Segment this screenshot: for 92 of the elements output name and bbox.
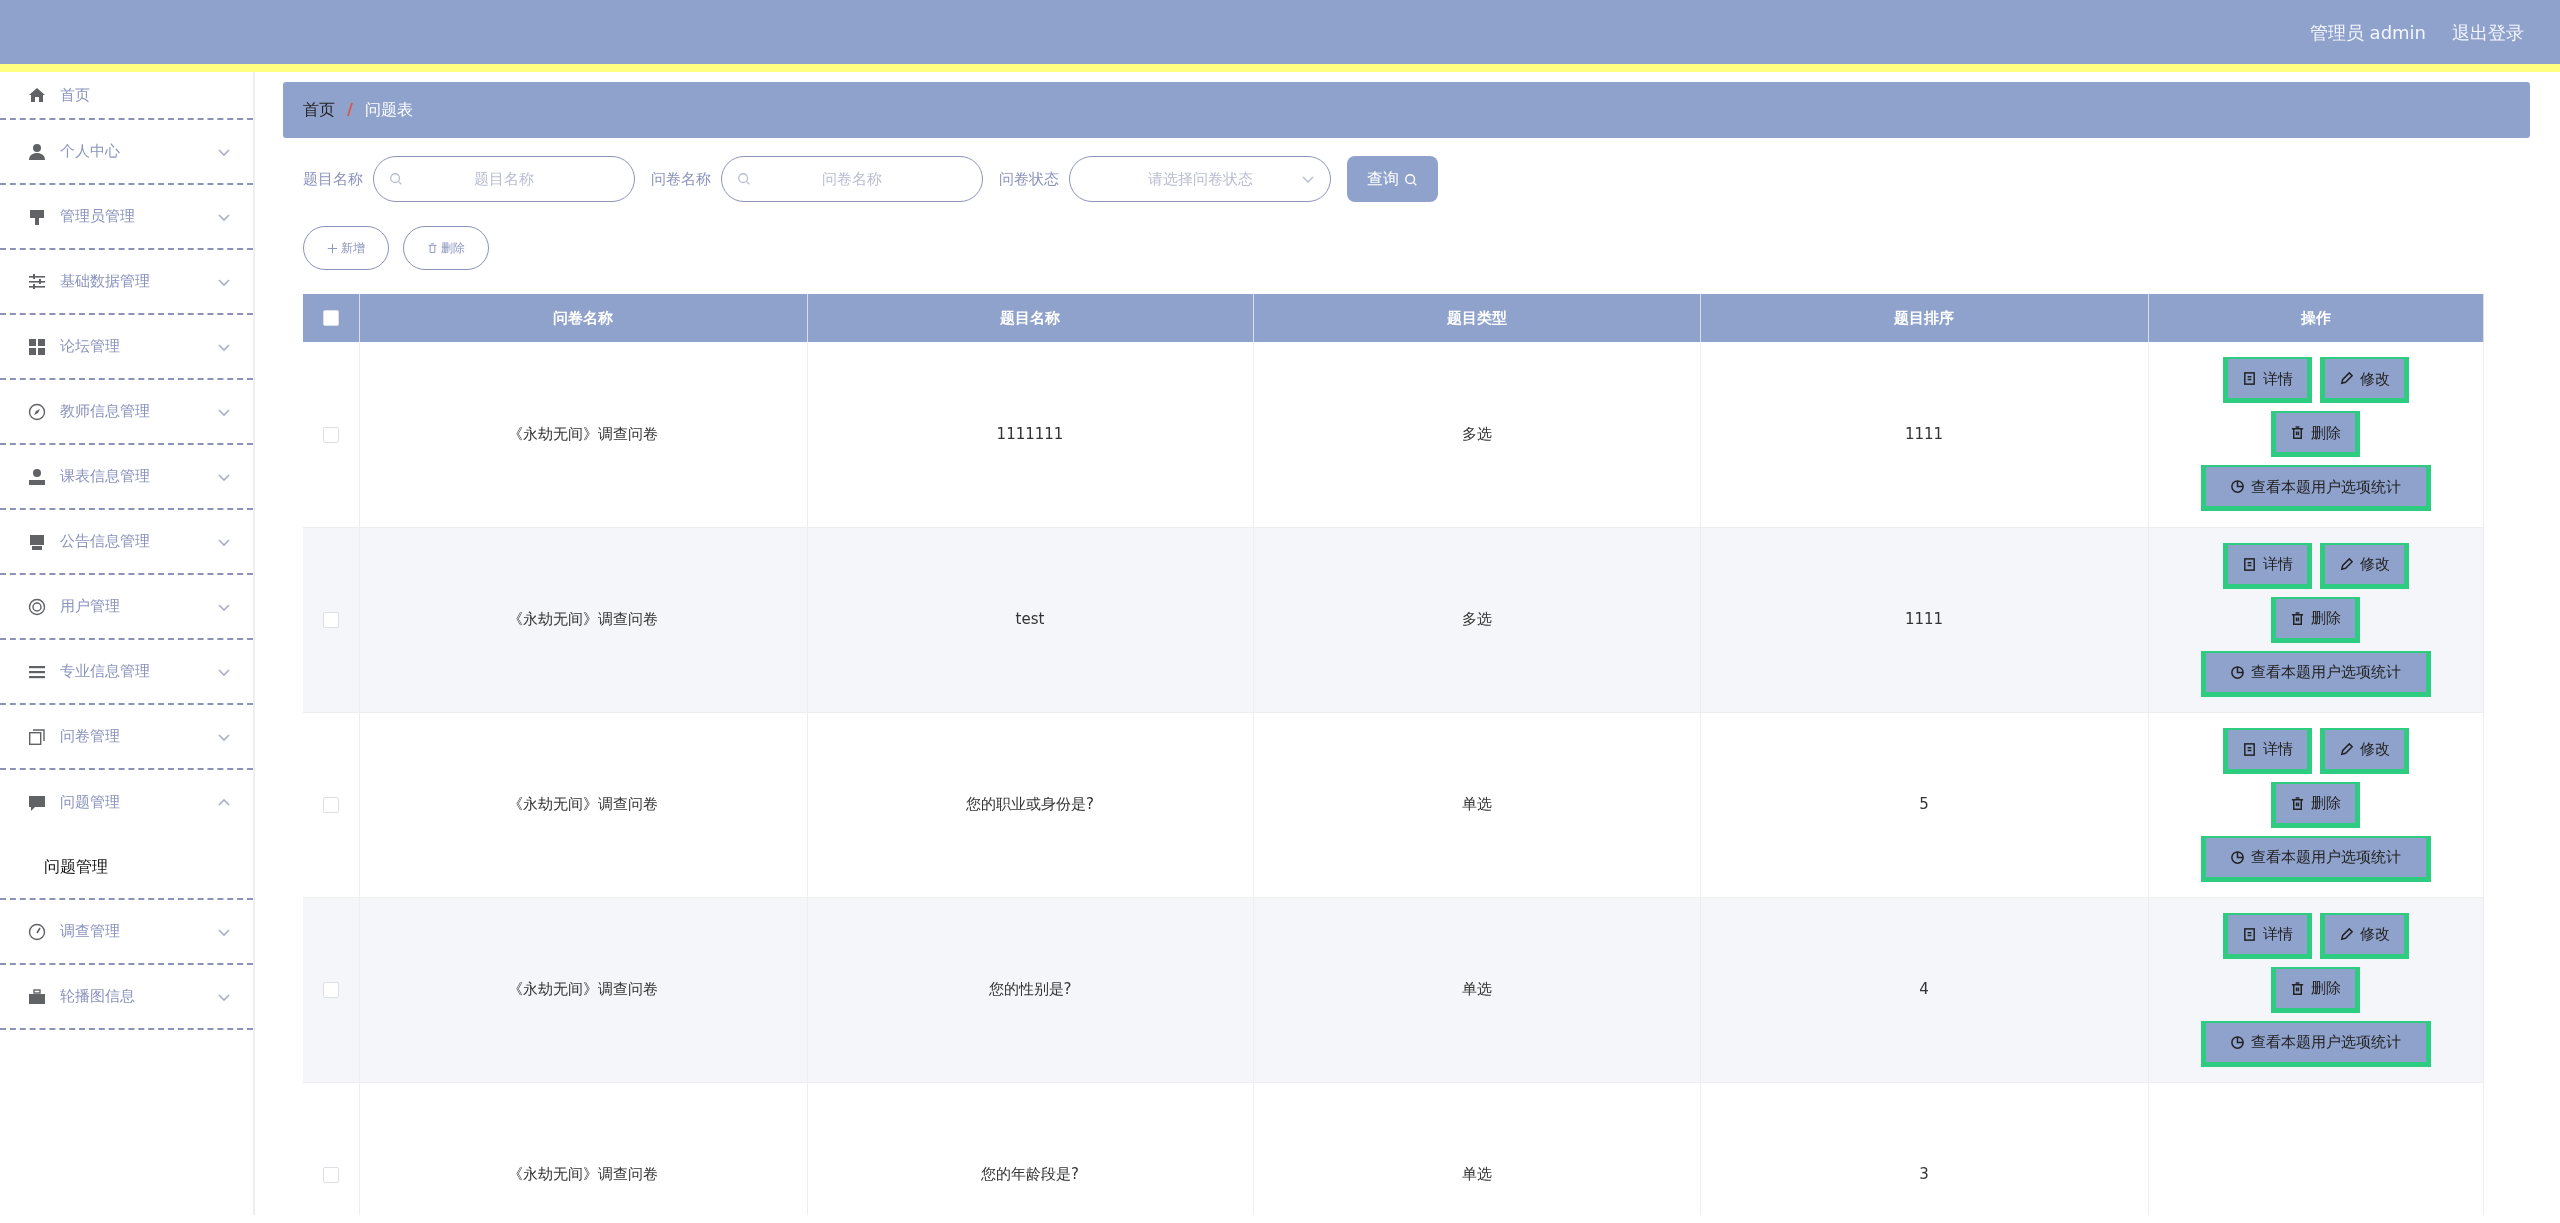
breadcrumb-item: 问题表	[364, 99, 413, 121]
table-cell: 单选	[1461, 980, 1492, 999]
filter-label: 问卷状态	[999, 168, 1059, 190]
delete-button[interactable]: 删除	[2271, 781, 2360, 828]
pie-chart-icon	[2230, 664, 2245, 680]
table-cell: 单选	[1461, 795, 1492, 814]
search-field[interactable]: 题目名称	[373, 156, 635, 202]
briefcase-icon	[28, 987, 46, 1006]
delete-button[interactable]: 删除	[403, 226, 489, 270]
table-cell: 您的年龄段是?	[981, 1165, 1079, 1184]
home-icon	[28, 86, 46, 104]
table-cell: test	[1015, 610, 1045, 629]
search-field[interactable]: 问卷名称	[721, 156, 983, 202]
pie-chart-icon	[2230, 479, 2245, 495]
person-icon	[28, 467, 46, 486]
detail-button[interactable]: 详情	[2222, 357, 2312, 404]
stamp-icon	[28, 207, 46, 226]
trash-icon	[2290, 425, 2305, 441]
detail-button[interactable]: 详情	[2222, 542, 2312, 589]
select-field[interactable]: 请选择问卷状态	[1069, 156, 1331, 202]
select-all-checkbox[interactable]	[322, 310, 339, 327]
breadcrumb-separator: /	[347, 99, 353, 121]
user-icon	[28, 142, 46, 161]
column-header: 题目名称	[1000, 308, 1060, 327]
pencil-icon	[2338, 556, 2354, 572]
row-checkbox[interactable]	[322, 611, 339, 628]
stats-button[interactable]: 查看本题用户选项统计	[2200, 835, 2431, 882]
row-checkbox[interactable]	[322, 426, 339, 443]
row-checkbox[interactable]	[322, 796, 339, 813]
sliders-icon	[28, 272, 46, 291]
table-cell: 《永劫无间》调查问卷	[508, 980, 658, 999]
table-cell: 《永劫无间》调查问卷	[508, 1165, 658, 1184]
search-icon	[1404, 172, 1419, 187]
chat-icon	[28, 793, 46, 812]
grid-icon	[28, 337, 46, 356]
filter-label: 题目名称	[303, 168, 363, 190]
trash-icon	[2290, 795, 2305, 811]
table-cell: 多选	[1461, 425, 1492, 443]
add-button[interactable]: 新增	[303, 226, 389, 270]
copy-icon	[28, 727, 46, 746]
delete-button[interactable]: 删除	[2271, 596, 2360, 643]
table-cell: 您的性别是?	[988, 980, 1072, 999]
table-cell: 5	[1919, 795, 1929, 814]
table-cell: 《永劫无间》调查问卷	[508, 795, 658, 814]
pie-chart-icon	[2230, 1034, 2245, 1050]
table-cell: 单选	[1461, 1165, 1492, 1184]
ring-icon	[28, 597, 46, 616]
table-cell: 1111111	[996, 425, 1064, 443]
stats-button[interactable]: 查看本题用户选项统计	[2200, 1020, 2431, 1067]
table-cell: 多选	[1461, 610, 1492, 629]
column-header: 问卷名称	[553, 308, 613, 327]
breadcrumb-item[interactable]: 首页	[303, 98, 335, 122]
pie-chart-icon	[2230, 849, 2245, 865]
plus-icon	[326, 243, 338, 254]
document-icon	[2241, 741, 2257, 757]
column-header: 题目类型	[1446, 308, 1507, 327]
table-cell: 1111	[1904, 425, 1944, 443]
filter-label: 问卷名称	[651, 168, 711, 190]
row-checkbox[interactable]	[322, 1166, 339, 1183]
compass-icon	[28, 402, 46, 421]
edit-button[interactable]: 修改	[2319, 727, 2409, 774]
stats-button[interactable]: 查看本题用户选项统计	[2200, 650, 2431, 697]
table-cell: 4	[1919, 980, 1929, 999]
edit-button[interactable]: 修改	[2319, 357, 2409, 404]
stats-button[interactable]: 查看本题用户选项统计	[2200, 465, 2431, 512]
admin-username: 管理员 admin	[2309, 20, 2426, 45]
pencil-icon	[2338, 926, 2354, 942]
table-cell: 您的职业或身份是?	[966, 795, 1094, 814]
document-icon	[2241, 556, 2257, 572]
edit-button[interactable]: 修改	[2319, 542, 2409, 589]
table-cell: 3	[1919, 1165, 1929, 1184]
trash-icon	[426, 243, 438, 254]
row-checkbox[interactable]	[322, 981, 339, 998]
submenu-item[interactable]: 问题管理	[44, 854, 108, 879]
document-icon	[2241, 371, 2257, 387]
printer-icon	[28, 532, 46, 551]
detail-button[interactable]: 详情	[2222, 912, 2312, 959]
delete-button[interactable]: 删除	[2271, 411, 2360, 458]
detail-button[interactable]: 详情	[2222, 727, 2312, 774]
edit-button[interactable]: 修改	[2319, 912, 2409, 959]
table-cell: 1111	[1904, 610, 1944, 629]
document-icon	[2241, 926, 2257, 942]
gauge-icon	[28, 922, 46, 941]
delete-button[interactable]: 删除	[2271, 966, 2360, 1013]
table-cell: 《永劫无间》调查问卷	[508, 610, 658, 629]
column-header: 操作	[2300, 308, 2331, 327]
column-header: 题目排序	[1894, 308, 1954, 327]
trash-icon	[2290, 610, 2305, 626]
trash-icon	[2290, 980, 2305, 996]
table-cell: 《永劫无间》调查问卷	[508, 425, 658, 443]
pencil-icon	[2338, 741, 2354, 757]
pencil-icon	[2338, 371, 2354, 387]
